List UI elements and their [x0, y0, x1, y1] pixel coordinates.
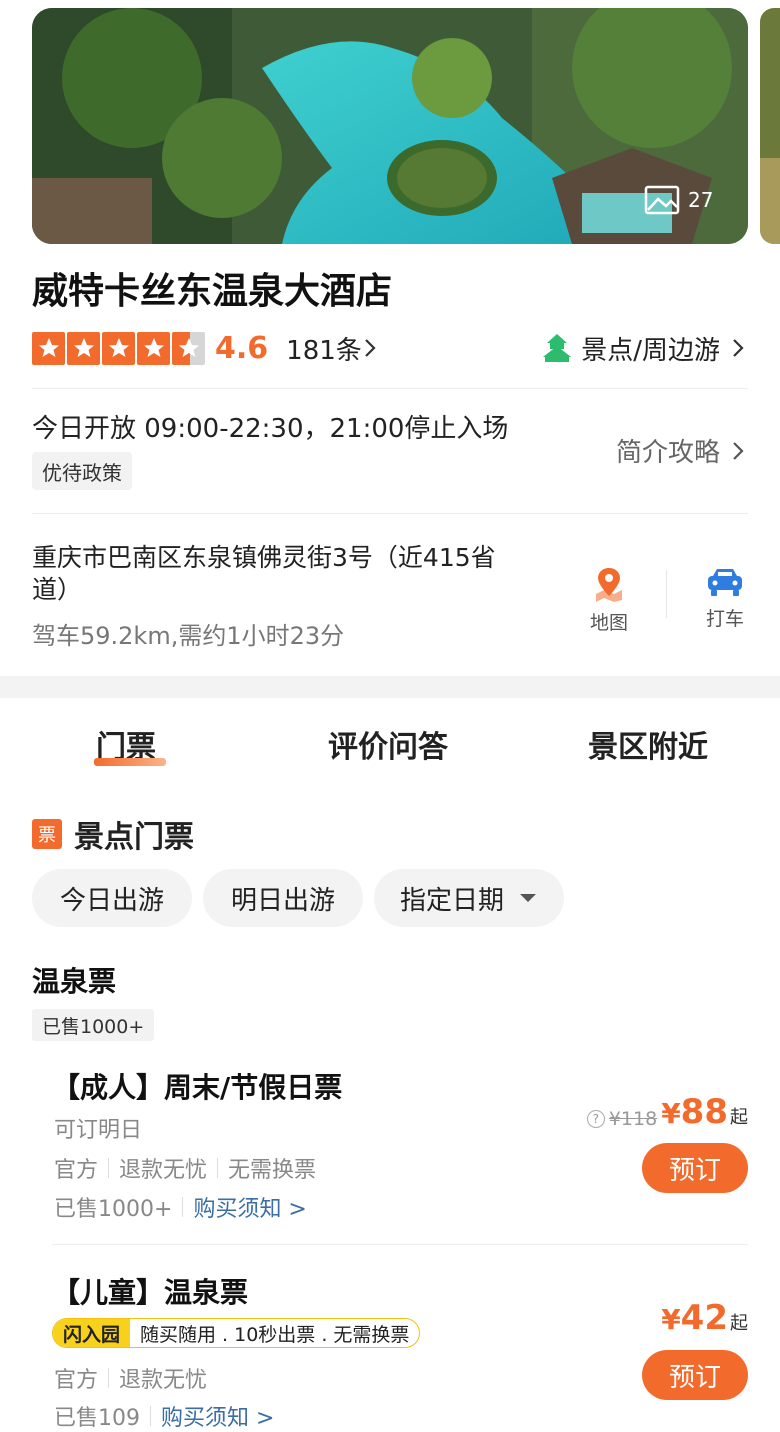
ticket-sold-row: 已售109 购买须知 >	[54, 1400, 274, 1432]
price-suffix: 起	[730, 1107, 748, 1128]
book-button[interactable]: 预订	[642, 1143, 748, 1193]
action-separator	[666, 570, 667, 618]
drive-info: 驾车59.2km,需约1小时23分	[32, 622, 345, 650]
attraction-title: 威特卡丝东温泉大酒店	[32, 271, 393, 312]
ticket-group-title: 温泉票	[32, 965, 117, 998]
next-photo-image	[760, 8, 780, 244]
pool-scene-image	[32, 8, 748, 244]
ticket-sold: 已售1000+	[54, 1197, 173, 1222]
currency-symbol: ¥	[661, 1303, 681, 1336]
feature-tag: 官方	[54, 1158, 99, 1183]
flash-entry-badge: 闪入园 随买随用 . 10秒出票 . 无需换票	[52, 1318, 421, 1348]
book-button[interactable]: 预订	[642, 1350, 748, 1400]
purchase-notice-link[interactable]: 购买须知 >	[161, 1400, 274, 1432]
review-count-link[interactable]: 181条	[286, 330, 378, 367]
flash-tag: 闪入园	[53, 1319, 131, 1347]
ticket-features: 官方 退款无忧 无需换票	[54, 1152, 316, 1184]
ticket-note: 可订明日	[54, 1118, 143, 1143]
divider	[32, 388, 748, 389]
ticket-section-title: 票 景点门票	[32, 812, 194, 856]
ticket-price: ? ¥118 ¥ 88 起	[586, 1092, 748, 1132]
ticket-section-label: 景点门票	[74, 820, 194, 855]
price-value: 42	[680, 1298, 728, 1338]
category-link[interactable]: 景点/周边游	[541, 330, 748, 367]
original-price: ? ¥118	[586, 1108, 658, 1130]
ticket-icon: 票	[32, 819, 62, 849]
currency-symbol: ¥	[661, 1097, 681, 1130]
next-photo-preview[interactable]	[760, 8, 780, 244]
star-icon	[137, 331, 170, 365]
image-icon	[644, 185, 680, 215]
ticket-features: 官方 退款无忧	[54, 1362, 207, 1394]
policy-tag[interactable]: 优待政策	[32, 452, 132, 490]
guide-link[interactable]: 简介攻略	[616, 432, 748, 469]
map-pin-icon	[596, 568, 622, 602]
half-star-icon	[172, 331, 205, 365]
section-gap	[0, 676, 780, 698]
purchase-notice-link[interactable]: 购买须知 >	[193, 1191, 306, 1223]
flash-text: 随买随用 . 10秒出票 . 无需换票	[140, 1323, 410, 1346]
hero-photo[interactable]	[32, 8, 748, 244]
guide-label: 简介攻略	[615, 438, 720, 468]
ticket-name[interactable]: 【成人】周末/节假日票	[52, 1066, 342, 1106]
date-filter-tomorrow[interactable]: 明日出游	[203, 869, 363, 927]
ticket-price: ¥ 42 起	[661, 1298, 748, 1338]
feature-tag: 无需换票	[228, 1158, 317, 1183]
rating-score: 4.6	[215, 330, 269, 366]
divider	[52, 1244, 748, 1245]
star-icon	[32, 331, 65, 365]
ticket-sold: 已售109	[54, 1406, 140, 1431]
ticket-group-sold-badge: 已售1000+	[32, 1009, 155, 1041]
date-filter-today[interactable]: 今日出游	[32, 869, 192, 927]
ticket-name[interactable]: 【儿童】温泉票	[52, 1271, 248, 1311]
feature-tag: 退款无忧	[119, 1158, 208, 1183]
photo-count-text: 27	[688, 188, 714, 212]
chevron-right-icon	[365, 339, 376, 357]
rating-row: 4.6 181条 景点/周边游	[32, 328, 748, 368]
pagoda-icon	[543, 334, 572, 362]
taxi-label: 打车	[705, 608, 744, 630]
address[interactable]: 重庆市巴南区东泉镇佛灵街3号（近415省道）	[32, 542, 532, 606]
feature-tag: 退款无忧	[119, 1368, 208, 1393]
tab-reviews[interactable]: 评价问答	[328, 722, 448, 766]
divider	[108, 1368, 110, 1388]
divider	[217, 1158, 219, 1178]
divider	[108, 1158, 110, 1178]
chevron-right-icon	[733, 441, 744, 460]
map-button[interactable]: 地图	[579, 566, 639, 635]
taxi-button[interactable]: 打车	[695, 566, 755, 631]
original-price-value: ¥118	[608, 1108, 658, 1130]
question-icon[interactable]: ?	[586, 1110, 605, 1128]
star-rating	[32, 331, 205, 365]
caret-down-icon	[520, 894, 536, 902]
star-icon	[67, 331, 100, 365]
car-icon	[708, 569, 742, 596]
feature-tag: 官方	[54, 1368, 99, 1393]
star-icon	[102, 331, 135, 365]
category-label: 景点/周边游	[581, 335, 720, 366]
active-tab-indicator	[94, 758, 166, 766]
divider	[150, 1406, 151, 1426]
divider	[182, 1197, 184, 1217]
date-filter-custom-label: 指定日期	[399, 885, 504, 916]
date-filter-custom[interactable]: 指定日期	[374, 869, 564, 927]
map-label: 地图	[589, 612, 628, 634]
review-count: 181条	[286, 335, 362, 366]
chevron-right-icon	[733, 339, 744, 357]
tab-nearby[interactable]: 景区附近	[588, 722, 708, 766]
photo-count[interactable]: 27	[644, 185, 713, 215]
divider	[32, 513, 748, 514]
opening-hours: 今日开放 09:00-22:30，21:00停止入场	[32, 414, 509, 444]
price-suffix: 起	[730, 1313, 748, 1334]
price-value: 88	[680, 1092, 728, 1132]
ticket-sold-row: 已售1000+ 购买须知 >	[54, 1191, 307, 1223]
